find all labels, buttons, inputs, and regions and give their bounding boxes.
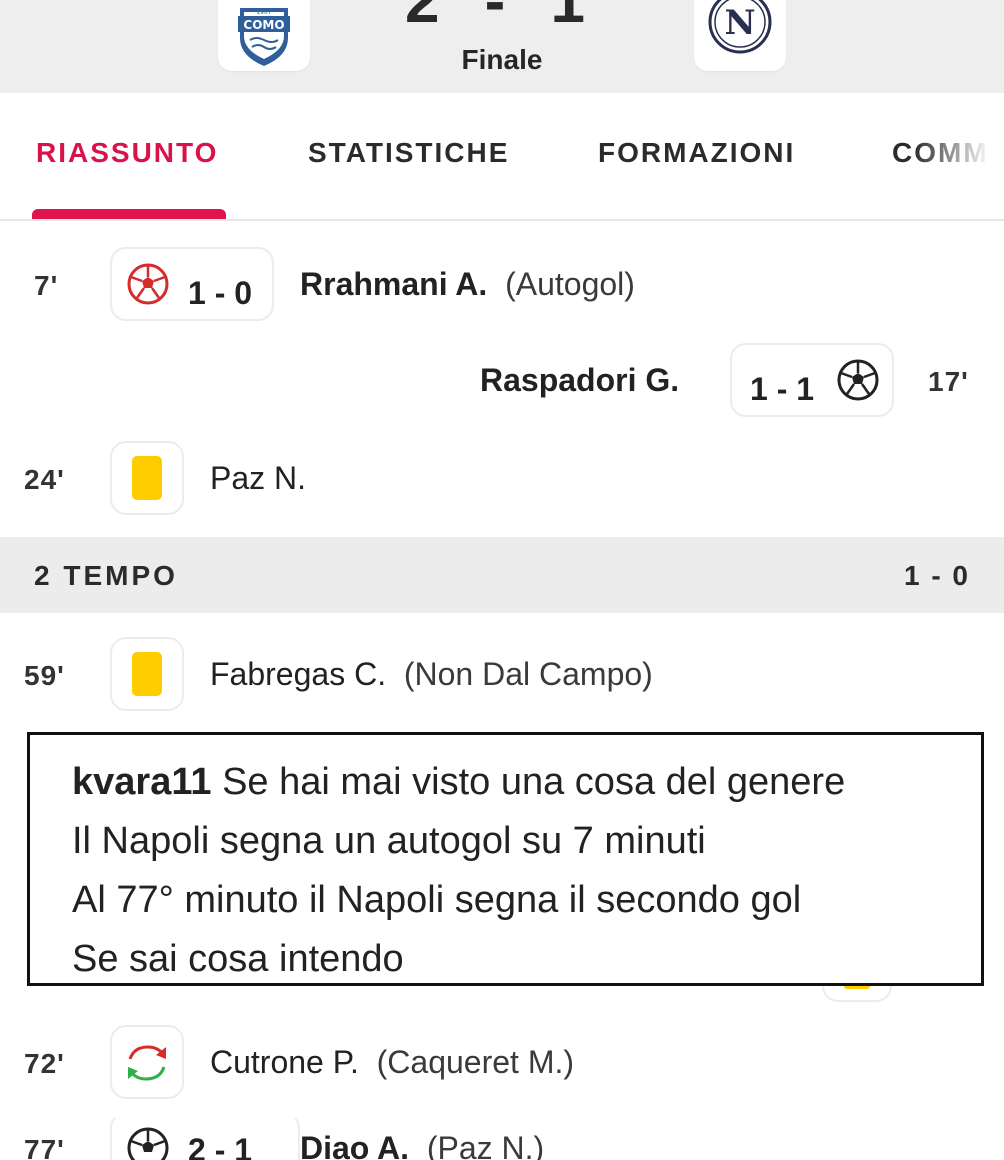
event-row[interactable]: 7' 1 - 0 Rrahmani A. (Autogol) [0, 236, 1004, 334]
event-score: 1 - 1 [750, 371, 815, 407]
event-minute: 17' [928, 366, 969, 397]
comment-line: Se sai cosa intendo [72, 938, 404, 980]
yellow-card-icon [132, 652, 162, 696]
tab-riassunto[interactable]: RIASSUNTO [36, 137, 218, 169]
substitution-chip [110, 1025, 184, 1099]
event-player: Fabregas C. [210, 656, 387, 692]
period-separator: 2 TEMPO 1 - 0 [0, 537, 1004, 613]
event-note: (Non Dal Campo) [403, 656, 653, 692]
period-label: 2 TEMPO [34, 560, 178, 591]
away-badge-text: N [724, 3, 755, 43]
como-crest-icon: COMO 1907 [238, 8, 290, 66]
active-tab-indicator [32, 209, 226, 219]
event-note: (Autogol) [505, 266, 635, 302]
event-minute: 24' [24, 464, 65, 495]
period-score: 1 - 0 [903, 560, 970, 591]
event-minute: 72' [24, 1048, 65, 1079]
away-team-badge[interactable]: N [694, 0, 786, 71]
home-team-badge[interactable]: COMO 1907 [218, 0, 310, 71]
comment-overlay: kvara11 Se hai mai visto una cosa del ge… [27, 732, 984, 986]
match-header: COMO 1907 2 - 1 Finale N [0, 0, 1004, 93]
event-description: Paz N. [210, 460, 306, 497]
goal-chip: 2 - 1 [110, 1118, 300, 1160]
event-minute: 77' [24, 1134, 65, 1160]
home-badge-year: 1907 [256, 9, 271, 16]
goal-ball-icon [127, 1127, 169, 1160]
event-score: 2 - 1 [188, 1132, 253, 1160]
match-status: Finale [461, 44, 543, 75]
event-description: Rrahmani A. (Autogol) [300, 266, 635, 303]
event-description: Fabregas C. (Non Dal Campo) [210, 656, 653, 693]
event-row[interactable]: 24' Paz N. [0, 430, 1004, 528]
yellow-card-icon [132, 456, 162, 500]
goal-ball-icon [837, 359, 879, 401]
event-description: Diao A. (Paz N.) [300, 1130, 544, 1160]
final-score: 2 - 1 [404, 0, 600, 36]
goal-chip: 1 - 1 [730, 343, 894, 417]
event-player: Raspadori G. [480, 362, 680, 398]
event-description: Cutrone P. (Caqueret M.) [210, 1044, 574, 1081]
comment-line: Al 77° minuto il Napoli segna il secondo… [72, 879, 802, 921]
goal-chip: 1 - 0 [110, 247, 274, 321]
event-score: 1 - 0 [188, 275, 253, 311]
event-description: Raspadori G. [480, 362, 679, 399]
event-player: Rrahmani A. [300, 266, 488, 302]
event-row[interactable]: Raspadori G. 1 - 1 17' [0, 332, 1004, 430]
comment-username: kvara11 [72, 761, 212, 803]
event-player: Cutrone P. [210, 1044, 359, 1080]
event-note: (Paz N.) [426, 1130, 545, 1160]
event-player: Diao A. [300, 1130, 410, 1160]
tab-formazioni[interactable]: FORMAZIONI [598, 137, 795, 169]
event-minute: 59' [24, 660, 65, 691]
card-chip [110, 637, 184, 711]
event-row-partial[interactable]: 77' 2 - 1 Diao A. (Paz N.) [0, 1118, 1004, 1160]
event-note: (Caqueret M.) [376, 1044, 575, 1080]
event-minute: 7' [34, 270, 59, 301]
napoli-crest-icon: N [708, 0, 772, 54]
comment-text: Se hai mai visto una cosa del genere [222, 761, 846, 803]
tab-statistiche[interactable]: STATISTICHE [308, 137, 509, 169]
comment-line: kvara11 Se hai mai visto una cosa del ge… [72, 753, 981, 812]
tab-bar: RIASSUNTO STATISTICHE FORMAZIONI COMM [0, 93, 1004, 221]
comment-line: Il Napoli segna un autogol su 7 minuti [72, 820, 706, 862]
event-row[interactable]: 59' Fabregas C. (Non Dal Campo) [0, 626, 1004, 724]
own-goal-ball-icon [127, 263, 169, 305]
card-chip [110, 441, 184, 515]
home-badge-text: COMO [243, 18, 284, 32]
event-player: Paz N. [210, 460, 307, 496]
event-row[interactable]: 72' Cutrone P. (Caqueret M.) [0, 1014, 1004, 1112]
substitution-arrows-icon [128, 1045, 166, 1081]
tab-scroll-fade [914, 93, 1004, 219]
